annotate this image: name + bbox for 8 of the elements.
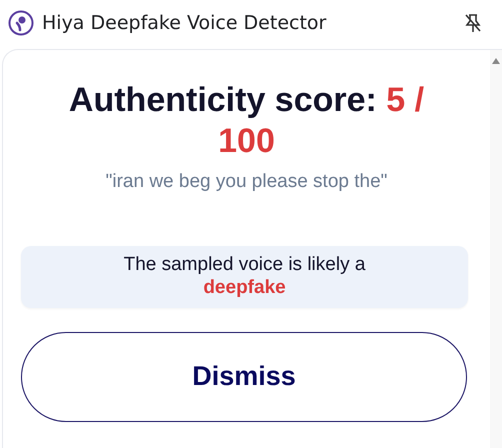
verdict-message: The sampled voice is likely a deepfake	[122, 254, 366, 300]
dismiss-button[interactable]: Dismiss	[21, 332, 467, 422]
transcript-text: "iran we beg you please stop the"	[104, 170, 388, 194]
score-heading: Authenticity score: 5 / 100	[68, 80, 426, 162]
app-logo-icon	[8, 10, 34, 36]
unpin-icon[interactable]	[464, 13, 482, 33]
scroll-up-icon[interactable]	[492, 58, 500, 64]
window-title: Hiya Deepfake Voice Detector	[42, 10, 328, 36]
